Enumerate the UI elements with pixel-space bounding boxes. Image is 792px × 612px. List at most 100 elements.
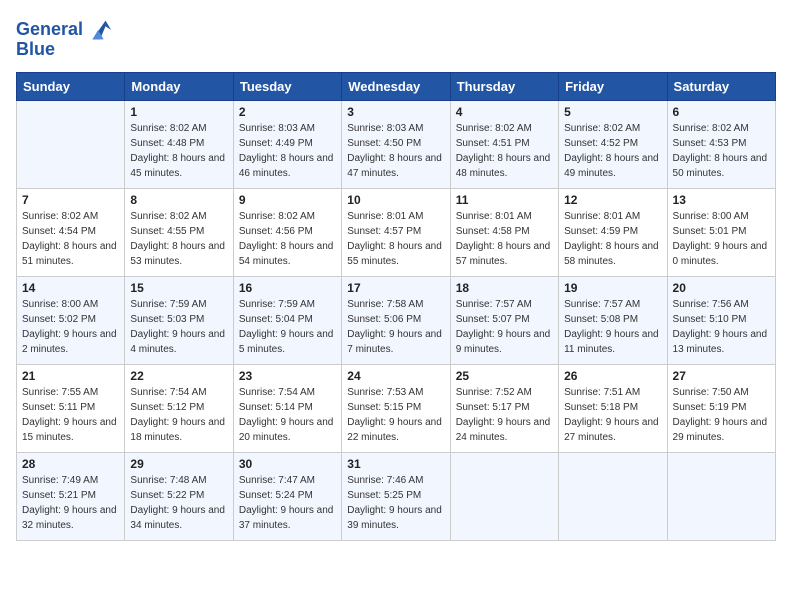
day-info: Sunrise: 7:53 AMSunset: 5:15 PMDaylight:… xyxy=(347,385,444,445)
day-number: 6 xyxy=(673,105,770,119)
calendar-cell: 3 Sunrise: 8:03 AMSunset: 4:50 PMDaylight… xyxy=(342,100,450,188)
calendar-cell: 6 Sunrise: 8:02 AMSunset: 4:53 PMDaylight… xyxy=(667,100,775,188)
logo-text-blue: Blue xyxy=(16,40,55,60)
calendar-cell xyxy=(17,100,125,188)
calendar-table: SundayMondayTuesdayWednesdayThursdayFrid… xyxy=(16,72,776,541)
day-info: Sunrise: 7:46 AMSunset: 5:25 PMDaylight:… xyxy=(347,473,444,533)
day-info: Sunrise: 8:03 AMSunset: 4:49 PMDaylight:… xyxy=(239,121,336,181)
page-header: General Blue xyxy=(16,16,776,60)
calendar-cell: 4 Sunrise: 8:02 AMSunset: 4:51 PMDaylight… xyxy=(450,100,558,188)
calendar-cell: 12 Sunrise: 8:01 AMSunset: 4:59 PMDayligh… xyxy=(559,188,667,276)
calendar-cell: 26Sunrise: 7:51 AMSunset: 5:18 PMDayligh… xyxy=(559,364,667,452)
day-info: Sunrise: 8:01 AMSunset: 4:59 PMDaylight:… xyxy=(564,209,661,269)
calendar-cell xyxy=(559,452,667,540)
col-header-sunday: Sunday xyxy=(17,72,125,100)
day-info: Sunrise: 8:02 AMSunset: 4:55 PMDaylight:… xyxy=(130,209,227,269)
day-info: Sunrise: 7:57 AMSunset: 5:08 PMDaylight:… xyxy=(564,297,661,357)
calendar-cell: 31 Sunrise: 7:46 AMSunset: 5:25 PMDayligh… xyxy=(342,452,450,540)
day-number: 4 xyxy=(456,105,553,119)
calendar-cell: 18 Sunrise: 7:57 AMSunset: 5:07 PMDayligh… xyxy=(450,276,558,364)
logo: General Blue xyxy=(16,16,113,60)
calendar-cell: 19Sunrise: 7:57 AMSunset: 5:08 PMDayligh… xyxy=(559,276,667,364)
day-info: Sunrise: 8:02 AMSunset: 4:56 PMDaylight:… xyxy=(239,209,336,269)
calendar-cell: 27 Sunrise: 7:50 AMSunset: 5:19 PMDayligh… xyxy=(667,364,775,452)
week-row-3: 14Sunrise: 8:00 AMSunset: 5:02 PMDayligh… xyxy=(17,276,776,364)
calendar-cell: 23Sunrise: 7:54 AMSunset: 5:14 PMDayligh… xyxy=(233,364,341,452)
day-number: 13 xyxy=(673,193,770,207)
col-header-wednesday: Wednesday xyxy=(342,72,450,100)
day-number: 2 xyxy=(239,105,336,119)
week-row-5: 28 Sunrise: 7:49 AMSunset: 5:21 PMDayligh… xyxy=(17,452,776,540)
calendar-cell: 9 Sunrise: 8:02 AMSunset: 4:56 PMDaylight… xyxy=(233,188,341,276)
day-number: 10 xyxy=(347,193,444,207)
calendar-cell: 5 Sunrise: 8:02 AMSunset: 4:52 PMDaylight… xyxy=(559,100,667,188)
day-info: Sunrise: 7:49 AMSunset: 5:21 PMDaylight:… xyxy=(22,473,119,533)
day-info: Sunrise: 8:01 AMSunset: 4:57 PMDaylight:… xyxy=(347,209,444,269)
calendar-cell: 30Sunrise: 7:47 AMSunset: 5:24 PMDayligh… xyxy=(233,452,341,540)
col-header-monday: Monday xyxy=(125,72,233,100)
day-number: 27 xyxy=(673,369,770,383)
calendar-cell xyxy=(667,452,775,540)
day-info: Sunrise: 8:01 AMSunset: 4:58 PMDaylight:… xyxy=(456,209,553,269)
calendar-cell: 16 Sunrise: 7:59 AMSunset: 5:04 PMDayligh… xyxy=(233,276,341,364)
calendar-cell: 21 Sunrise: 7:55 AMSunset: 5:11 PMDayligh… xyxy=(17,364,125,452)
day-info: Sunrise: 7:56 AMSunset: 5:10 PMDaylight:… xyxy=(673,297,770,357)
day-info: Sunrise: 7:47 AMSunset: 5:24 PMDaylight:… xyxy=(239,473,336,533)
col-header-friday: Friday xyxy=(559,72,667,100)
day-number: 5 xyxy=(564,105,661,119)
day-number: 1 xyxy=(130,105,227,119)
day-number: 29 xyxy=(130,457,227,471)
day-info: Sunrise: 8:02 AMSunset: 4:52 PMDaylight:… xyxy=(564,121,661,181)
day-info: Sunrise: 8:02 AMSunset: 4:48 PMDaylight:… xyxy=(130,121,227,181)
day-info: Sunrise: 7:59 AMSunset: 5:03 PMDaylight:… xyxy=(130,297,227,357)
calendar-cell: 10 Sunrise: 8:01 AMSunset: 4:57 PMDayligh… xyxy=(342,188,450,276)
calendar-cell: 15 Sunrise: 7:59 AMSunset: 5:03 PMDayligh… xyxy=(125,276,233,364)
col-header-tuesday: Tuesday xyxy=(233,72,341,100)
day-number: 7 xyxy=(22,193,119,207)
day-info: Sunrise: 7:50 AMSunset: 5:19 PMDaylight:… xyxy=(673,385,770,445)
calendar-cell: 8 Sunrise: 8:02 AMSunset: 4:55 PMDaylight… xyxy=(125,188,233,276)
day-number: 3 xyxy=(347,105,444,119)
day-info: Sunrise: 8:03 AMSunset: 4:50 PMDaylight:… xyxy=(347,121,444,181)
day-number: 28 xyxy=(22,457,119,471)
week-row-1: 1 Sunrise: 8:02 AMSunset: 4:48 PMDaylight… xyxy=(17,100,776,188)
day-number: 24 xyxy=(347,369,444,383)
calendar-cell: 22 Sunrise: 7:54 AMSunset: 5:12 PMDayligh… xyxy=(125,364,233,452)
week-row-2: 7 Sunrise: 8:02 AMSunset: 4:54 PMDaylight… xyxy=(17,188,776,276)
day-info: Sunrise: 8:02 AMSunset: 4:51 PMDaylight:… xyxy=(456,121,553,181)
day-info: Sunrise: 7:58 AMSunset: 5:06 PMDaylight:… xyxy=(347,297,444,357)
day-info: Sunrise: 7:48 AMSunset: 5:22 PMDaylight:… xyxy=(130,473,227,533)
week-row-4: 21 Sunrise: 7:55 AMSunset: 5:11 PMDayligh… xyxy=(17,364,776,452)
day-number: 8 xyxy=(130,193,227,207)
day-number: 26 xyxy=(564,369,661,383)
day-number: 18 xyxy=(456,281,553,295)
calendar-cell: 7 Sunrise: 8:02 AMSunset: 4:54 PMDaylight… xyxy=(17,188,125,276)
day-number: 23 xyxy=(239,369,336,383)
calendar-header-row: SundayMondayTuesdayWednesdayThursdayFrid… xyxy=(17,72,776,100)
calendar-cell: 14Sunrise: 8:00 AMSunset: 5:02 PMDayligh… xyxy=(17,276,125,364)
day-info: Sunrise: 7:55 AMSunset: 5:11 PMDaylight:… xyxy=(22,385,119,445)
day-number: 31 xyxy=(347,457,444,471)
day-number: 16 xyxy=(239,281,336,295)
day-number: 12 xyxy=(564,193,661,207)
calendar-cell: 17Sunrise: 7:58 AMSunset: 5:06 PMDayligh… xyxy=(342,276,450,364)
day-number: 21 xyxy=(22,369,119,383)
day-number: 9 xyxy=(239,193,336,207)
day-number: 20 xyxy=(673,281,770,295)
calendar-cell: 24 Sunrise: 7:53 AMSunset: 5:15 PMDayligh… xyxy=(342,364,450,452)
day-info: Sunrise: 7:59 AMSunset: 5:04 PMDaylight:… xyxy=(239,297,336,357)
col-header-thursday: Thursday xyxy=(450,72,558,100)
calendar-cell: 28 Sunrise: 7:49 AMSunset: 5:21 PMDayligh… xyxy=(17,452,125,540)
calendar-cell: 20 Sunrise: 7:56 AMSunset: 5:10 PMDayligh… xyxy=(667,276,775,364)
calendar-cell: 2 Sunrise: 8:03 AMSunset: 4:49 PMDaylight… xyxy=(233,100,341,188)
day-info: Sunrise: 7:57 AMSunset: 5:07 PMDaylight:… xyxy=(456,297,553,357)
day-number: 15 xyxy=(130,281,227,295)
day-info: Sunrise: 8:02 AMSunset: 4:53 PMDaylight:… xyxy=(673,121,770,181)
col-header-saturday: Saturday xyxy=(667,72,775,100)
day-info: Sunrise: 8:02 AMSunset: 4:54 PMDaylight:… xyxy=(22,209,119,269)
day-number: 22 xyxy=(130,369,227,383)
calendar-cell xyxy=(450,452,558,540)
logo-icon xyxy=(85,16,113,44)
day-info: Sunrise: 7:54 AMSunset: 5:12 PMDaylight:… xyxy=(130,385,227,445)
day-info: Sunrise: 7:52 AMSunset: 5:17 PMDaylight:… xyxy=(456,385,553,445)
